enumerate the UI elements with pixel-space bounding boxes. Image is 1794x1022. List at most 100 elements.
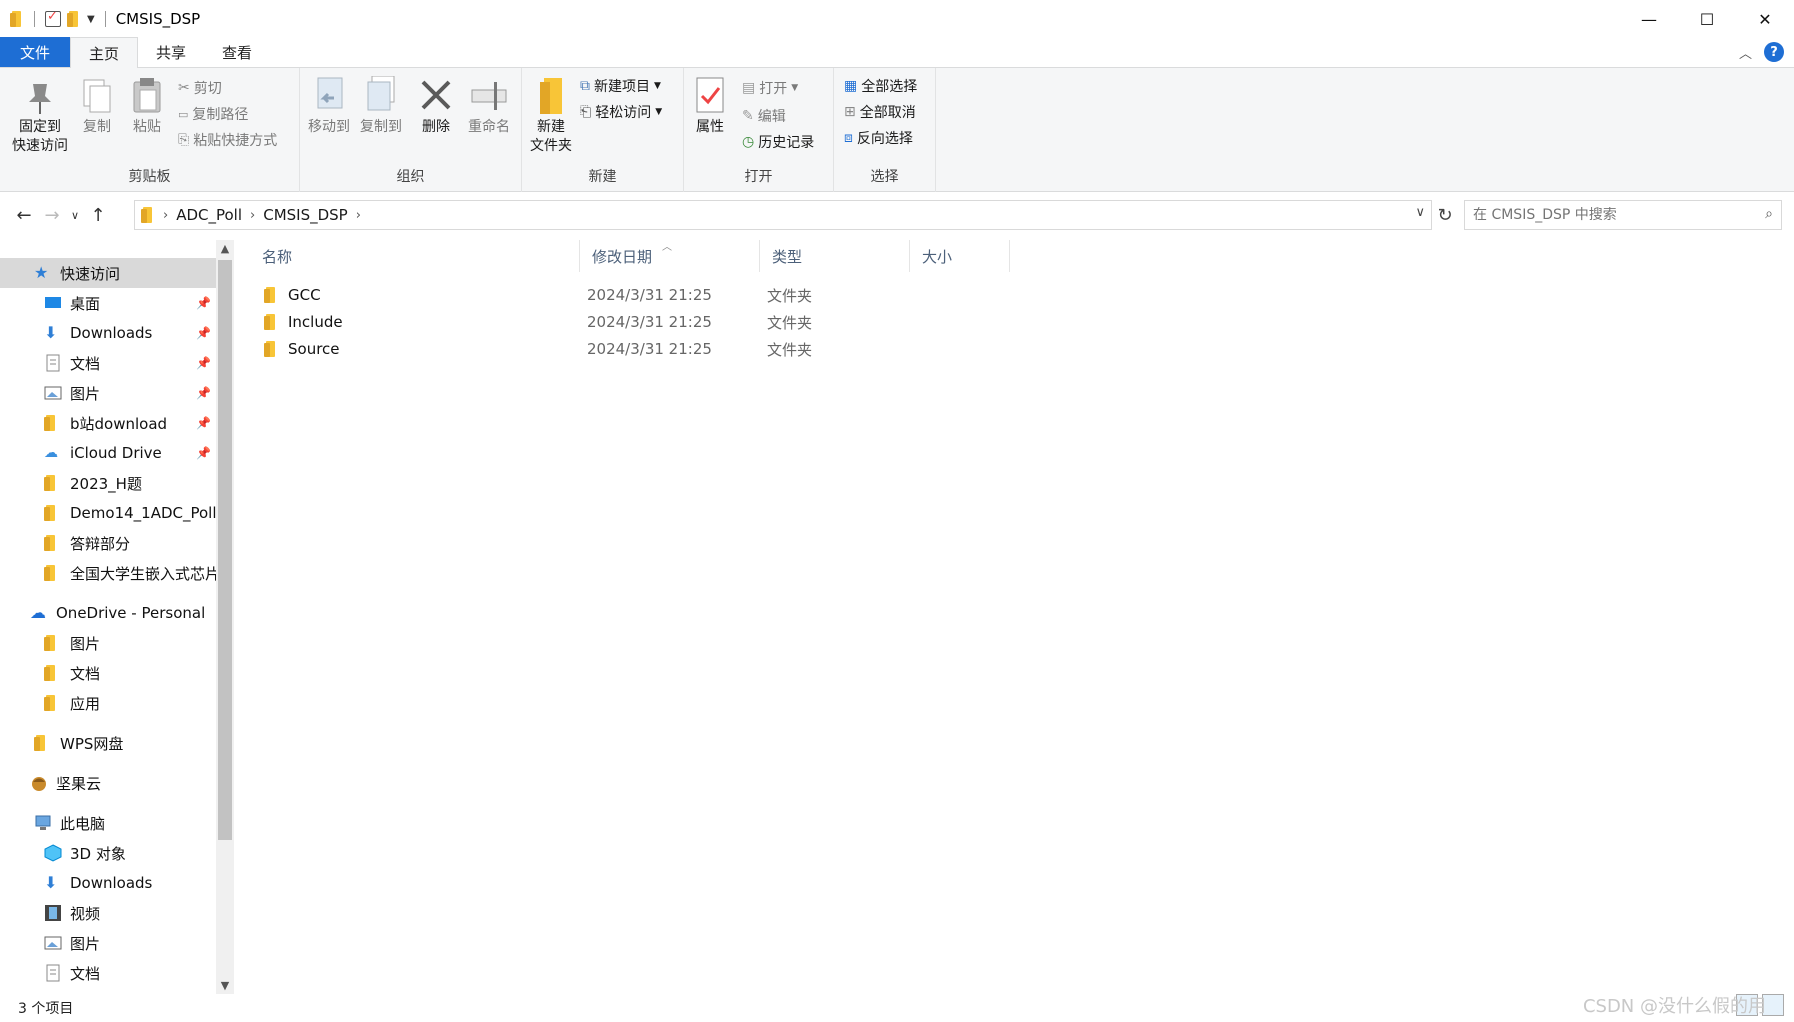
back-button[interactable]: ← [10, 201, 38, 229]
easy-access-button[interactable]: ⎗ 轻松访问 ▼ [580, 102, 662, 122]
invert-selection-button[interactable]: ⧈ 反向选择 [844, 128, 913, 148]
clipboard-group: 固定到 快速访问 复制 粘贴 ✂ 剪切 ▭ 复制路径 ⎘ 粘贴快捷方式 剪贴板 [0, 68, 300, 192]
pin-icon[interactable]: 📌 [196, 356, 211, 370]
customize-qa-dropdown-icon[interactable]: ▼ [87, 14, 95, 25]
pin-icon[interactable]: 📌 [196, 386, 211, 400]
column-header-size[interactable]: 大小 [910, 240, 1010, 272]
new-item-icon: ⧉ [580, 78, 590, 94]
column-header-date[interactable]: 修改日期 [580, 240, 760, 272]
properties-qa-icon[interactable] [45, 9, 61, 27]
clipboard-group-label: 剪贴板 [128, 169, 171, 185]
open-button[interactable]: ▤ 打开 ▼ [742, 78, 798, 98]
ribbon: 固定到 快速访问 复制 粘贴 ✂ 剪切 ▭ 复制路径 ⎘ 粘贴快捷方式 剪贴板 移动到 [0, 68, 1794, 192]
scroll-thumb[interactable] [218, 260, 232, 840]
select-all-button[interactable]: ▦ 全部选择 [844, 76, 917, 96]
column-header-name[interactable]: 名称 [250, 240, 580, 272]
pin-icon[interactable]: 📌 [196, 416, 211, 430]
maximize-button[interactable]: ☐ [1678, 0, 1736, 38]
address-history-dropdown-icon[interactable]: ∨ [1415, 205, 1425, 220]
nav-item-pictures[interactable]: 图片 📌 [0, 378, 216, 408]
folder-icon [264, 340, 278, 358]
copy-path-button[interactable]: ▭ 复制路径 [178, 104, 248, 124]
select-none-button[interactable]: ⊞ 全部取消 [844, 102, 916, 122]
column-header-type[interactable]: 类型 [760, 240, 910, 272]
forward-button[interactable]: → [38, 201, 66, 229]
status-bar: 3 个项目 [0, 994, 1794, 1022]
new-item-button[interactable]: ⧉ 新建项目 ▼ [580, 76, 661, 96]
delete-button[interactable]: 删除 [416, 76, 456, 137]
recent-locations-dropdown[interactable]: ∨ [66, 201, 84, 229]
chevron-right-icon: › [250, 207, 256, 223]
table-row[interactable]: GCC 2024/3/31 21:25 文件夹 [250, 282, 1550, 308]
tab-view[interactable]: 查看 [204, 37, 270, 67]
nav-wps-drive[interactable]: WPS网盘 [0, 728, 216, 758]
cut-button[interactable]: ✂ 剪切 [178, 78, 222, 98]
search-input[interactable] [1473, 207, 1753, 223]
new-folder-button[interactable]: 新建 文件夹 [526, 76, 576, 156]
nav-pc-pictures[interactable]: 图片 [0, 928, 216, 958]
move-to-button[interactable]: 移动到 [304, 76, 354, 137]
nav-onedrive-documents[interactable]: 文档 [0, 658, 216, 688]
nav-scrollbar[interactable]: ▲ ▼ [216, 240, 234, 994]
nav-item-demo14[interactable]: Demo14_1ADC_Poll [0, 498, 216, 528]
pin-quick-access-button[interactable]: 固定到 快速访问 [8, 76, 72, 156]
rename-button[interactable]: 重命名 [462, 76, 516, 137]
table-row[interactable]: Source 2024/3/31 21:25 文件夹 [250, 336, 1550, 362]
new-group: 新建 文件夹 ⧉ 新建项目 ▼ ⎗ 轻松访问 ▼ 新建 [522, 68, 684, 192]
file-name: Include [288, 313, 343, 331]
nav-pc-documents[interactable]: 文档 [0, 958, 216, 988]
edit-button[interactable]: ✎ 编辑 [742, 106, 786, 126]
nav-onedrive-pictures[interactable]: 图片 [0, 628, 216, 658]
close-button[interactable]: ✕ [1736, 0, 1794, 38]
paste-button[interactable]: 粘贴 [126, 76, 168, 137]
pin-icon[interactable]: 📌 [196, 296, 211, 310]
pin-icon [21, 76, 59, 116]
nav-item-2023-h[interactable]: 2023_H题 [0, 468, 216, 498]
chevron-right-icon: › [355, 207, 361, 223]
nav-item-icloud-drive[interactable]: ☁ iCloud Drive 📌 [0, 438, 216, 468]
nav-item-desktop[interactable]: 桌面 📌 [0, 288, 216, 318]
nav-item-downloads[interactable]: ⬇ Downloads 📌 [0, 318, 216, 348]
scroll-down-icon[interactable]: ▼ [216, 979, 234, 992]
nav-pc-3d-objects[interactable]: 3D 对象 [0, 838, 216, 868]
address-bar[interactable]: › ADC_Poll › CMSIS_DSP › ∨ [134, 200, 1432, 230]
tab-share[interactable]: 共享 [138, 37, 204, 67]
move-to-icon [310, 76, 348, 116]
nav-onedrive[interactable]: ☁ OneDrive - Personal [0, 598, 216, 628]
chevron-right-icon: › [163, 207, 169, 223]
nav-item-bilibili-download[interactable]: b站download 📌 [0, 408, 216, 438]
paste-shortcut-button[interactable]: ⎘ 粘贴快捷方式 [178, 130, 277, 150]
new-folder-qa-icon[interactable] [67, 10, 81, 28]
up-button[interactable]: ↑ [84, 201, 112, 229]
copy-button[interactable]: 复制 [76, 76, 118, 137]
nav-item-embedded-contest[interactable]: 全国大学生嵌入式芯片 [0, 558, 216, 588]
refresh-button[interactable]: ↻ [1432, 200, 1458, 230]
file-type: 文件夹 [767, 340, 813, 359]
nav-quick-access[interactable]: ★ 快速访问 [0, 258, 216, 288]
pin-icon[interactable]: 📌 [196, 446, 211, 460]
help-icon[interactable]: ? [1764, 42, 1784, 62]
nav-this-pc[interactable]: 此电脑 [0, 808, 216, 838]
history-button[interactable]: ◷ 历史记录 [742, 132, 814, 152]
nav-item-documents[interactable]: 文档 📌 [0, 348, 216, 378]
nav-item-defense[interactable]: 答辩部分 [0, 528, 216, 558]
select-group-label: 选择 [870, 169, 899, 185]
properties-button[interactable]: 属性 [690, 76, 730, 137]
copy-to-button[interactable]: 复制到 [356, 75, 406, 137]
nav-pc-videos[interactable]: 视频 [0, 898, 216, 928]
tab-home[interactable]: 主页 [70, 37, 139, 68]
search-icon[interactable]: ⌕ [1765, 206, 1773, 222]
scroll-up-icon[interactable]: ▲ [216, 242, 234, 255]
nav-jianguoyun[interactable]: 坚果云 [0, 768, 216, 798]
nav-pc-downloads[interactable]: ⬇ Downloads [0, 868, 216, 898]
pin-icon[interactable]: 📌 [196, 326, 211, 340]
file-date: 2024/3/31 21:25 [587, 286, 712, 304]
minimize-button[interactable]: — [1620, 0, 1678, 38]
collapse-ribbon-icon[interactable]: ︿ [1739, 43, 1752, 62]
invert-selection-icon: ⧈ [844, 130, 853, 146]
nav-onedrive-apps[interactable]: 应用 [0, 688, 216, 718]
breadcrumb-adc-poll[interactable]: ADC_Poll [176, 206, 242, 224]
tab-file[interactable]: 文件 [0, 37, 70, 67]
table-row[interactable]: Include 2024/3/31 21:25 文件夹 [250, 309, 1550, 335]
breadcrumb-cmsis-dsp[interactable]: CMSIS_DSP [263, 206, 348, 224]
